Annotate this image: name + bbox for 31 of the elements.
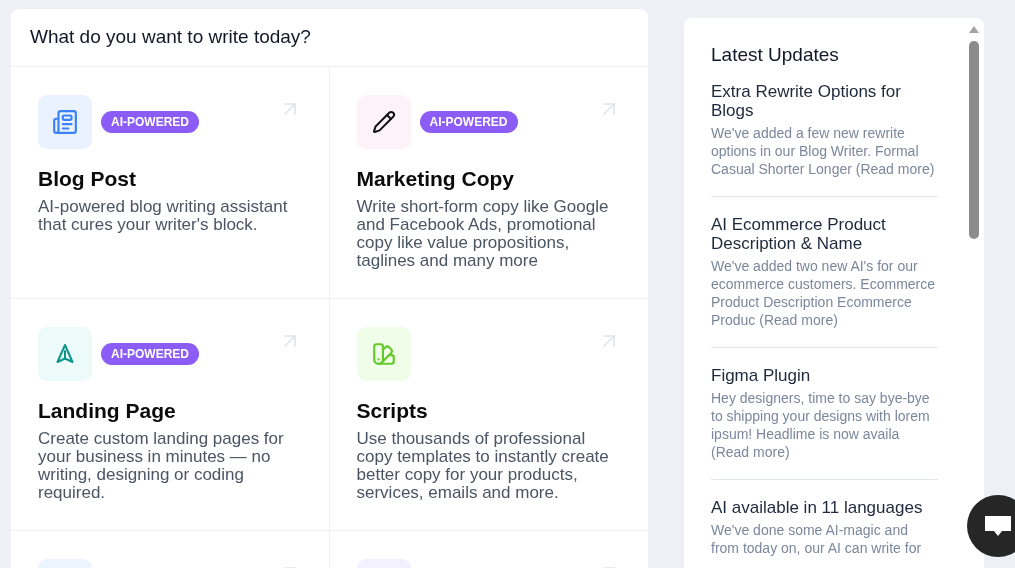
pencil-icon — [356, 95, 411, 149]
card-description: Write short-form copy like Google and Facebook Ads, promotional copy like value propositions, taglines and many more — [356, 198, 610, 270]
scrollbar-thumb[interactable] — [969, 41, 979, 239]
swatch-icon — [356, 327, 411, 381]
card-title: Blog Post — [38, 166, 137, 192]
update-description: We've done some AI-magic and from today on, our AI can write for — [711, 521, 923, 557]
speech-bubble-icon — [983, 514, 1013, 538]
update-description: We've added two new AI's for our ecommerce customers. Ecommerce Product Description Ecommerce Produc (Read more) — [711, 257, 937, 329]
card-title: Marketing Copy — [356, 166, 516, 192]
ai-powered-badge: AI-POWERED — [419, 111, 518, 133]
ai-powered-badge: AI-POWERED — [101, 111, 199, 133]
update-description: Hey designers, time to say bye-bye to shipping your designs with lorem ipsum! Headlime is now availa (Read more) — [711, 389, 931, 461]
update-title: Extra Rewrite Options for Blogs — [711, 82, 902, 120]
card-title: Scripts — [356, 398, 429, 424]
update-title: AI available in 11 languages — [711, 498, 924, 517]
template-card[interactable]: AI-POWERED Marketing Copy Write short-form copy like Google and Facebook Ads, promotional copy like value propositions, taglines and many more — [329, 66, 648, 298]
template-card[interactable]: Scripts Use thousands of professional copy templates to instantly create better copy for your products, services, emails and more. — [329, 298, 648, 530]
ai-powered-badge: AI-POWERED — [101, 343, 199, 365]
update-title: Figma Plugin — [711, 366, 812, 385]
card-description: Create custom landing pages for your business in minutes — no writing, designing or coding required. — [38, 430, 285, 502]
update-title: AI Ecommerce Product Description & Name — [711, 215, 887, 253]
template-card[interactable]: AI-POWERED Landing Page Create custom landing pages for your business in minutes — no writing, designing or coding required. — [11, 298, 330, 530]
card-description: AI-powered blog writing assistant that cures your writer's block. — [38, 198, 289, 234]
card-description: Use thousands of professional copy templates to instantly create better copy for your products, services, emails and more. — [356, 430, 610, 502]
template-card[interactable]: AI-POWERED Blog Post AI-powered blog writing assistant that cures your writer's block. — [11, 66, 330, 298]
update-description: We've added a few new rewrite options in our Blog Writer. Formal Casual Shorter Longer (Read more) — [711, 124, 936, 178]
card-title: Landing Page — [38, 398, 177, 424]
panel-title: Latest Updates — [711, 43, 840, 67]
section-title: What do you want to write today? — [30, 25, 311, 50]
scroll-up-arrow-icon[interactable] — [969, 26, 979, 33]
newspaper-icon — [38, 95, 92, 149]
